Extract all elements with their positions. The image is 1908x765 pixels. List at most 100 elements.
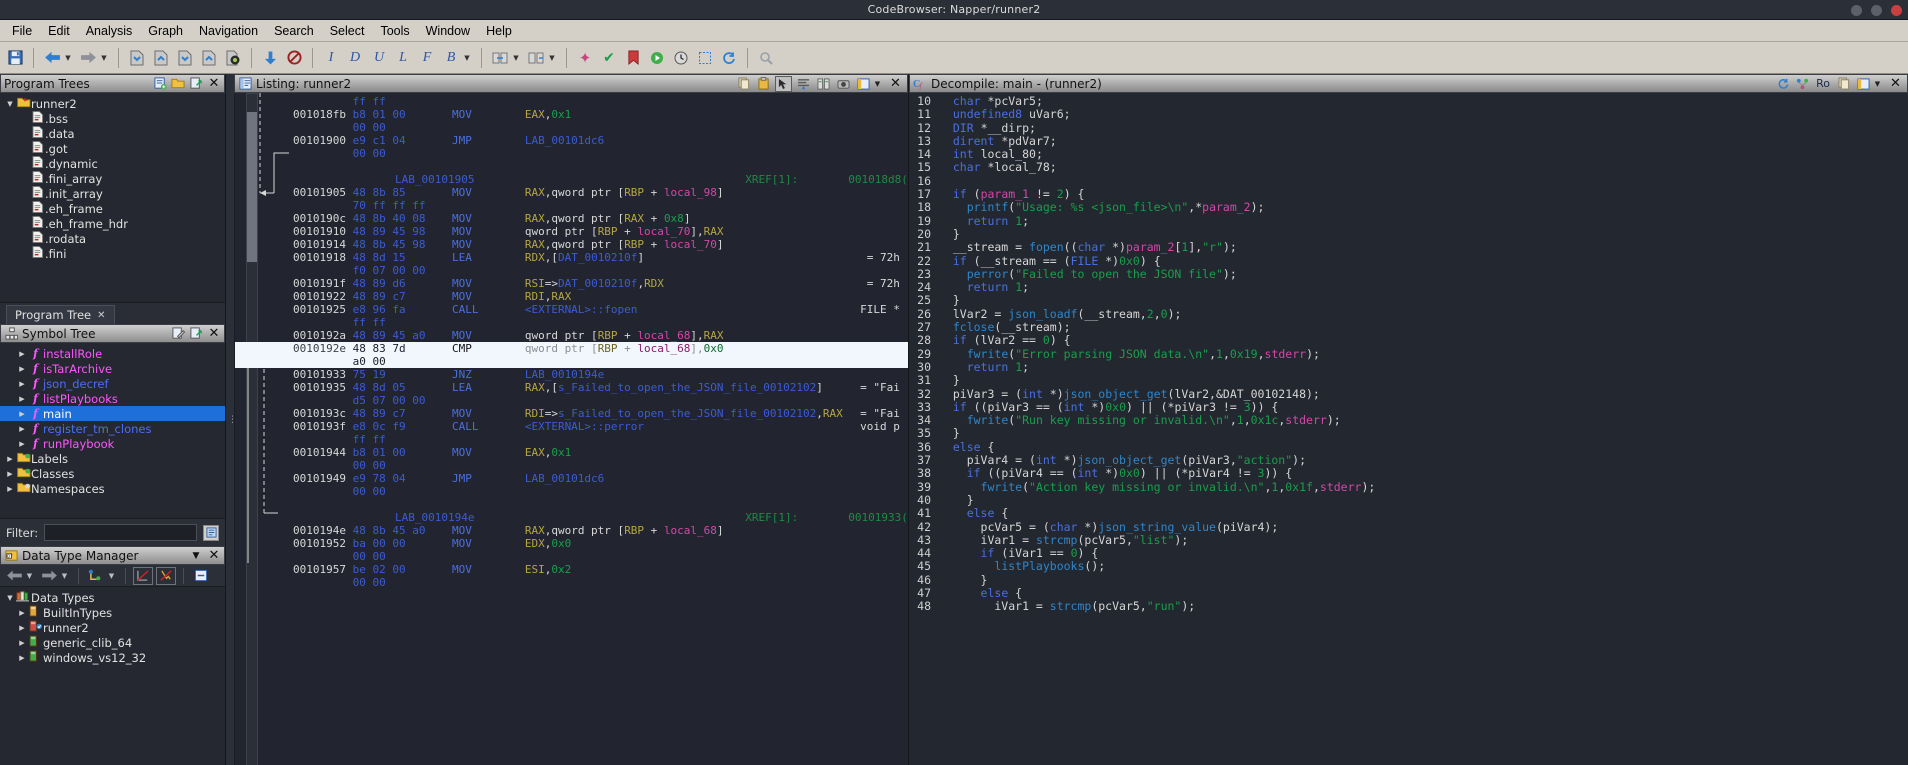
listing-row[interactable]: 00 00 <box>235 459 908 472</box>
decompiler-line[interactable]: 46 } <box>909 573 1908 587</box>
decompiler-line[interactable]: 37 piVar4 = (int *)json_object_get(piVar… <box>909 453 1908 467</box>
dtm-no-pointer-icon[interactable] <box>156 566 176 585</box>
close-button[interactable] <box>1891 4 1902 16</box>
decompiler-line[interactable]: 20 } <box>909 227 1908 241</box>
listing-row[interactable]: 001018fb b8 01 00 MOV EAX,0x1 <box>235 108 908 121</box>
close-icon[interactable]: ✕ <box>887 76 904 92</box>
align-icon[interactable] <box>795 76 812 92</box>
expand-arrow-icon[interactable]: ▶ <box>4 485 16 493</box>
menu-select[interactable]: Select <box>322 22 373 40</box>
copy-icon[interactable] <box>735 76 752 92</box>
listing-row[interactable]: 00 00 <box>235 550 908 563</box>
listing-row[interactable]: 00 00 <box>235 576 908 589</box>
menu-help[interactable]: Help <box>478 22 520 40</box>
window-controls[interactable] <box>1851 0 1902 20</box>
decompiler-line[interactable]: 40 } <box>909 493 1908 507</box>
decompiler-line[interactable]: 15 char *local_78; <box>909 161 1908 175</box>
listing-row[interactable]: 70 ff ff ff <box>235 199 908 212</box>
decompiler-line[interactable]: 13 dirent *pdVar7; <box>909 134 1908 148</box>
listing-row[interactable]: 00101905 48 8b 85 MOV RAX,qword ptr [RBP… <box>235 186 908 199</box>
filter-input[interactable] <box>44 524 197 541</box>
program-trees-tree[interactable]: ▼ runner2 .bss .data .got .dynamic .fini_arr… <box>0 93 225 302</box>
decompiler-line[interactable]: 12 DIR *__dirp; <box>909 121 1908 135</box>
decompiler-line[interactable]: 23 perror("Failed to open the JSON file"… <box>909 267 1908 281</box>
program-tree-items[interactable]: .bss .data .got .dynamic .fini_array .init_ar… <box>0 111 225 261</box>
decompiler-line[interactable]: 24 return 1; <box>909 280 1908 294</box>
data-type-item[interactable]: ▶ windows_vs12_32 <box>0 650 225 665</box>
program-tree-item[interactable]: .bss <box>0 111 225 126</box>
menu-navigation[interactable]: Navigation <box>191 22 266 40</box>
program-tree-item[interactable]: .init_array <box>0 186 225 201</box>
decompiler-refresh-icon[interactable] <box>1774 76 1791 92</box>
listing-row[interactable]: 00101914 48 8b 45 98 MOV RAX,qword ptr [… <box>235 238 908 251</box>
decompiler-line[interactable]: 17 if (param_1 != 2) { <box>909 187 1908 201</box>
program-tree-item[interactable]: .dynamic <box>0 156 225 171</box>
clock-icon[interactable] <box>670 46 692 70</box>
diff-view-icon[interactable] <box>489 46 511 70</box>
decompiler-line[interactable]: 45 listPlaybooks(); <box>909 560 1908 574</box>
filter-options-icon[interactable] <box>203 524 219 541</box>
close-icon[interactable]: ✕ <box>207 326 221 341</box>
menu-edit[interactable]: Edit <box>40 22 78 40</box>
listing-row[interactable]: 00101957 be 02 00 MOV ESI,0x2 <box>235 563 908 576</box>
listing-row[interactable]: 0010192a 48 89 45 a0 MOV qword ptr [RBP … <box>235 329 908 342</box>
listing-row[interactable]: ff ff <box>235 95 908 108</box>
forward-dropdown-icon[interactable]: ▼ <box>101 46 111 70</box>
expand-arrow-icon[interactable]: ▶ <box>4 470 16 478</box>
cursor-icon[interactable] <box>775 75 792 92</box>
data-types-root[interactable]: ▼ Data Types <box>0 590 225 605</box>
decompiler-line[interactable]: 11 undefined8 uVar6; <box>909 107 1908 121</box>
play-icon[interactable] <box>646 46 668 70</box>
decompiler-line[interactable]: 44 if (iVar1 == 0) { <box>909 546 1908 560</box>
listing-row[interactable]: ff ff <box>235 316 908 329</box>
instruction-toggle-icon[interactable]: I <box>320 46 342 70</box>
symbol-tree-folders[interactable]: ▶ Labels ▶ Classes ▶ Namespaces <box>0 451 225 496</box>
expand-arrow-icon[interactable]: ▶ <box>16 365 28 373</box>
close-icon[interactable]: ✕ <box>207 548 221 563</box>
listing-row[interactable]: 0010190c 48 8b 40 08 MOV RAX,qword ptr [… <box>235 212 908 225</box>
listing-code-area[interactable]: ff ff 001018fb b8 01 00 MOV EAX,0x1 00 0… <box>234 93 908 765</box>
expand-arrow-icon[interactable]: ▶ <box>16 440 28 448</box>
tree-root-runner2[interactable]: ▼ runner2 <box>0 96 225 111</box>
menu-graph[interactable]: Graph <box>140 22 191 40</box>
listing-row[interactable]: 00101933 75 19 JNZ LAB_0010194e <box>235 368 908 381</box>
expand-arrow-icon[interactable]: ▶ <box>16 639 28 647</box>
left-splitter[interactable]: ⋮ <box>226 74 237 765</box>
menu-file[interactable]: File <box>4 22 40 40</box>
data-type-item[interactable]: ▶ BuiltInTypes <box>0 605 225 620</box>
symbol-tree-folder-namespaces[interactable]: ▶ Namespaces <box>0 481 225 496</box>
program-tree-item[interactable]: .eh_frame <box>0 201 225 216</box>
function-toggle-icon[interactable]: F <box>416 46 438 70</box>
listing-row[interactable]: 0010194e 48 8b 45 a0 MOV RAX,qword ptr [… <box>235 524 908 537</box>
expand-arrow-icon[interactable]: ▶ <box>16 395 28 403</box>
new-symbol-icon[interactable] <box>189 327 203 341</box>
expand-arrow-icon[interactable]: ▼ <box>4 594 16 602</box>
listing-row[interactable]: 00101918 48 8d 15 LEA RDX,[DAT_0010210f]… <box>235 251 908 264</box>
export-tree-icon[interactable] <box>189 77 203 91</box>
listing-row-selected[interactable]: 0010192e 48 83 7d CMP qword ptr [RBP + l… <box>235 342 908 355</box>
decompiler-line[interactable]: 14 int local_80; <box>909 147 1908 161</box>
data-type-item[interactable]: ▶ generic_clib_64 <box>0 635 225 650</box>
decompiler-line[interactable]: 28 if (lVar2 == 0) { <box>909 334 1908 348</box>
tab-program-tree[interactable]: Program Tree ✕ <box>6 305 115 324</box>
symbol-tree-folder-classes[interactable]: ▶ Classes <box>0 466 225 481</box>
save-icon[interactable] <box>4 46 26 70</box>
diff-next-icon[interactable] <box>525 46 547 70</box>
expand-arrow-icon[interactable]: ▶ <box>16 654 28 662</box>
symbol-tree-functions[interactable]: ▶ f installRole ▶ f isTarArchive ▶ f json_decref… <box>0 346 225 451</box>
expand-arrow-icon[interactable]: ▶ <box>16 410 28 418</box>
back-arrow-icon[interactable] <box>41 46 63 70</box>
dtm-no-array-icon[interactable] <box>133 566 153 585</box>
listing-row[interactable]: 00101935 48 8d 05 LEA RAX,[s_Failed_to_o… <box>235 381 908 394</box>
decompiler-line[interactable]: 42 pcVar5 = (char *)json_string_value(pi… <box>909 520 1908 534</box>
data-type-item[interactable]: ▶ runner2 <box>0 620 225 635</box>
decompiler-line[interactable]: 25 } <box>909 294 1908 308</box>
symbol-tree-function-main[interactable]: ▶ f main <box>0 406 225 421</box>
refresh-icon[interactable] <box>718 46 740 70</box>
decompiler-graph-icon[interactable] <box>1794 76 1811 92</box>
symbol-tree-function-isTarArchive[interactable]: ▶ f isTarArchive <box>0 361 225 376</box>
listing-row[interactable]: 00 00 <box>235 121 908 134</box>
listing-row[interactable]: 00 00 <box>235 147 908 160</box>
decompiler-line[interactable]: 32 piVar3 = (int *)json_object_get(lVar2… <box>909 387 1908 401</box>
select-tool-icon[interactable] <box>694 46 716 70</box>
